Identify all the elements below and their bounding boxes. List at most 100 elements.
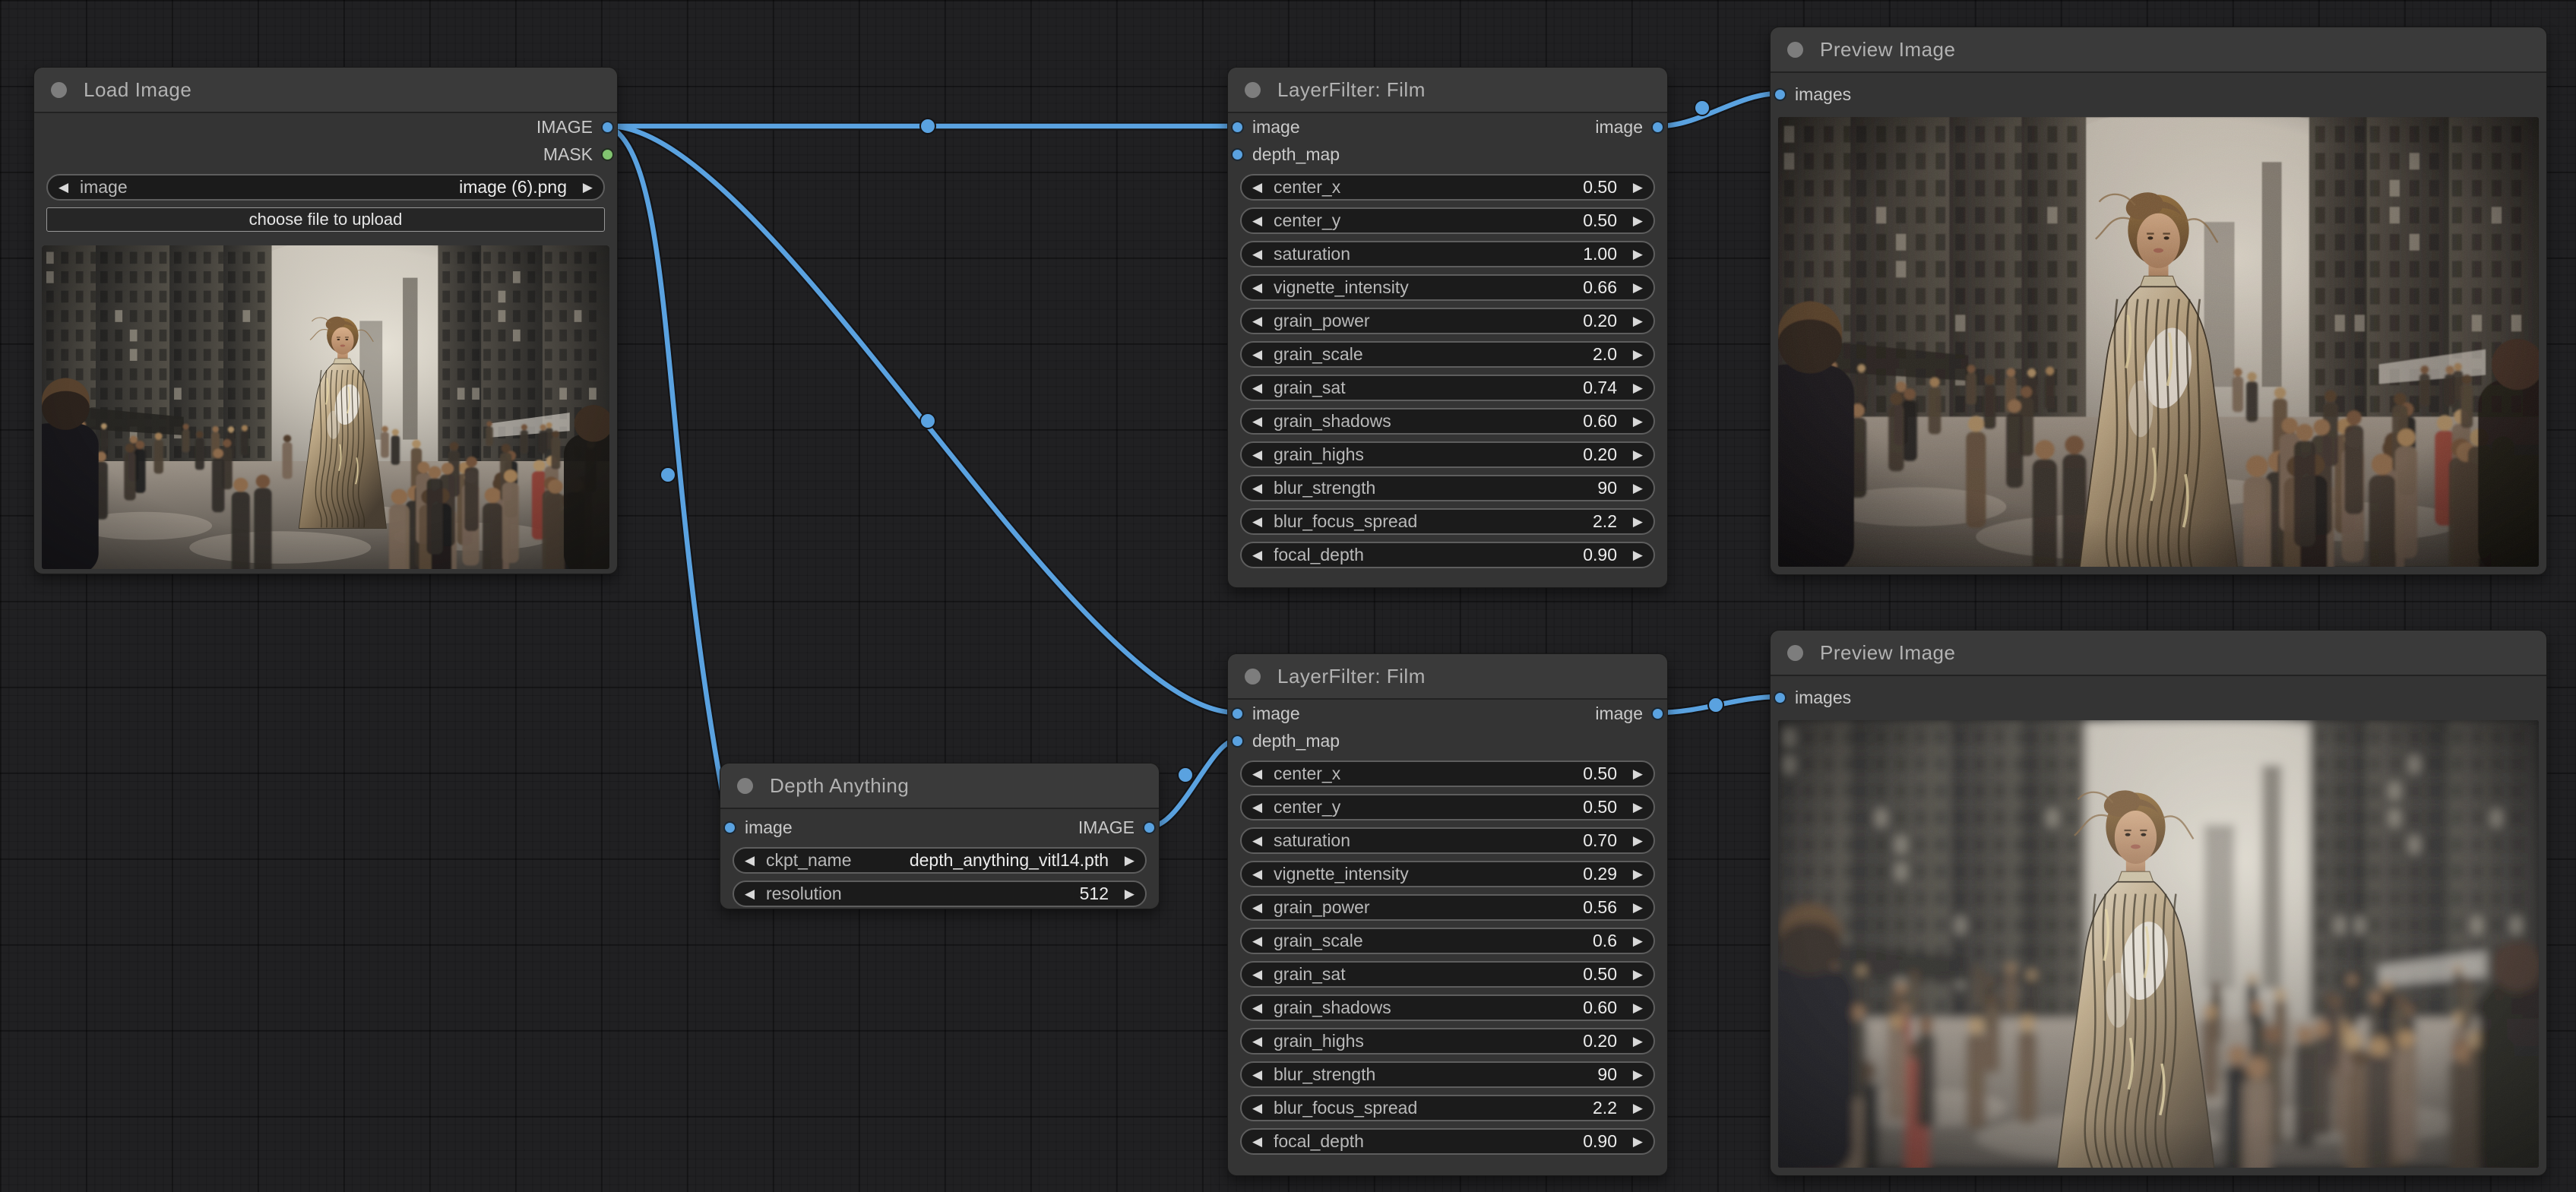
increment-arrow-icon[interactable]: ▶ xyxy=(1633,996,1643,1020)
decrement-arrow-icon[interactable]: ◀ xyxy=(745,849,755,872)
decrement-arrow-icon[interactable]: ◀ xyxy=(1252,829,1262,852)
decrement-arrow-icon[interactable]: ◀ xyxy=(1252,343,1262,366)
decrement-arrow-icon[interactable]: ◀ xyxy=(1252,209,1262,232)
increment-arrow-icon[interactable]: ▶ xyxy=(1125,849,1135,872)
preview-image-output[interactable] xyxy=(1778,720,2539,1168)
collapse-dot[interactable] xyxy=(737,778,753,794)
increment-arrow-icon[interactable]: ▶ xyxy=(1633,1029,1643,1053)
increment-arrow-icon[interactable]: ▶ xyxy=(1633,510,1643,533)
output-slot-image[interactable] xyxy=(1651,121,1664,134)
widget-blur_focus_spread[interactable]: ◀blur_focus_spread2.2▶ xyxy=(1240,508,1655,535)
widget-grain_highs[interactable]: ◀grain_highs0.20▶ xyxy=(1240,441,1655,468)
node-header[interactable]: Depth Anything xyxy=(720,764,1159,809)
widget-grain_sat[interactable]: ◀grain_sat0.74▶ xyxy=(1240,375,1655,401)
node-load-image[interactable]: Load Image IMAGEMASK◀imageimage (6).png▶… xyxy=(33,67,618,574)
increment-arrow-icon[interactable]: ▶ xyxy=(1633,1063,1643,1086)
increment-arrow-icon[interactable]: ▶ xyxy=(1633,443,1643,466)
choose-file-button[interactable]: choose file to upload xyxy=(46,207,605,232)
decrement-arrow-icon[interactable]: ◀ xyxy=(1252,996,1262,1020)
widget-center_x[interactable]: ◀center_x0.50▶ xyxy=(1240,174,1655,201)
widget-focal_depth[interactable]: ◀focal_depth0.90▶ xyxy=(1240,542,1655,568)
output-slot-IMAGE[interactable] xyxy=(601,121,614,134)
widget-ckpt_name[interactable]: ◀ckpt_namedepth_anything_vitl14.pth▶ xyxy=(733,847,1147,874)
preview-image-output[interactable] xyxy=(1778,117,2539,567)
decrement-arrow-icon[interactable]: ◀ xyxy=(1252,443,1262,466)
node-header[interactable]: LayerFilter: Film xyxy=(1228,654,1667,700)
increment-arrow-icon[interactable]: ▶ xyxy=(1633,175,1643,199)
decrement-arrow-icon[interactable]: ◀ xyxy=(1252,1096,1262,1120)
widget-saturation[interactable]: ◀saturation1.00▶ xyxy=(1240,241,1655,267)
increment-arrow-icon[interactable]: ▶ xyxy=(1633,543,1643,567)
widget-center_x[interactable]: ◀center_x0.50▶ xyxy=(1240,760,1655,787)
node-header[interactable]: Preview Image xyxy=(1771,27,2546,73)
input-slot-depth_map[interactable] xyxy=(1231,148,1244,161)
node-header[interactable]: Preview Image xyxy=(1771,631,2546,676)
collapse-dot[interactable] xyxy=(51,82,67,98)
collapse-dot[interactable] xyxy=(1787,645,1803,661)
increment-arrow-icon[interactable]: ▶ xyxy=(1633,963,1643,986)
decrement-arrow-icon[interactable]: ◀ xyxy=(1252,175,1262,199)
decrement-arrow-icon[interactable]: ◀ xyxy=(1252,1029,1262,1053)
widget-vignette_intensity[interactable]: ◀vignette_intensity0.29▶ xyxy=(1240,861,1655,887)
increment-arrow-icon[interactable]: ▶ xyxy=(1633,209,1643,232)
widget-grain_scale[interactable]: ◀grain_scale0.6▶ xyxy=(1240,928,1655,954)
decrement-arrow-icon[interactable]: ◀ xyxy=(1252,929,1262,953)
widget-grain_scale[interactable]: ◀grain_scale2.0▶ xyxy=(1240,341,1655,368)
widget-grain_power[interactable]: ◀grain_power0.20▶ xyxy=(1240,308,1655,334)
decrement-arrow-icon[interactable]: ◀ xyxy=(1252,242,1262,266)
widget-blur_strength[interactable]: ◀blur_strength90▶ xyxy=(1240,1061,1655,1088)
node-header[interactable]: LayerFilter: Film xyxy=(1228,68,1667,113)
decrement-arrow-icon[interactable]: ◀ xyxy=(1252,543,1262,567)
collapse-dot[interactable] xyxy=(1787,42,1803,58)
increment-arrow-icon[interactable]: ▶ xyxy=(1633,242,1643,266)
widget-grain_shadows[interactable]: ◀grain_shadows0.60▶ xyxy=(1240,408,1655,435)
decrement-arrow-icon[interactable]: ◀ xyxy=(1252,963,1262,986)
node-preview-image-top[interactable]: Preview Image images xyxy=(1770,27,2547,575)
decrement-arrow-icon[interactable]: ◀ xyxy=(1252,276,1262,299)
increment-arrow-icon[interactable]: ▶ xyxy=(1633,896,1643,919)
increment-arrow-icon[interactable]: ▶ xyxy=(1633,476,1643,500)
output-slot-IMAGE[interactable] xyxy=(1143,821,1156,834)
input-slot-image[interactable] xyxy=(1231,707,1244,720)
decrement-arrow-icon[interactable]: ◀ xyxy=(59,175,68,199)
decrement-arrow-icon[interactable]: ◀ xyxy=(745,882,755,906)
widget-saturation[interactable]: ◀saturation0.70▶ xyxy=(1240,827,1655,854)
widget-grain_power[interactable]: ◀grain_power0.56▶ xyxy=(1240,894,1655,921)
node-preview-image-bottom[interactable]: Preview Image images xyxy=(1770,630,2547,1176)
increment-arrow-icon[interactable]: ▶ xyxy=(583,175,593,199)
widget-blur_focus_spread[interactable]: ◀blur_focus_spread2.2▶ xyxy=(1240,1095,1655,1121)
increment-arrow-icon[interactable]: ▶ xyxy=(1125,882,1135,906)
increment-arrow-icon[interactable]: ▶ xyxy=(1633,862,1643,886)
decrement-arrow-icon[interactable]: ◀ xyxy=(1252,1063,1262,1086)
decrement-arrow-icon[interactable]: ◀ xyxy=(1252,409,1262,433)
increment-arrow-icon[interactable]: ▶ xyxy=(1633,276,1643,299)
increment-arrow-icon[interactable]: ▶ xyxy=(1633,1096,1643,1120)
node-layerfilter-film-top[interactable]: LayerFilter: Film imageimagedepth_map◀ce… xyxy=(1227,67,1668,588)
decrement-arrow-icon[interactable]: ◀ xyxy=(1252,376,1262,400)
decrement-arrow-icon[interactable]: ◀ xyxy=(1252,896,1262,919)
increment-arrow-icon[interactable]: ▶ xyxy=(1633,795,1643,819)
increment-arrow-icon[interactable]: ▶ xyxy=(1633,762,1643,786)
increment-arrow-icon[interactable]: ▶ xyxy=(1633,343,1643,366)
input-slot-images[interactable] xyxy=(1774,88,1786,101)
input-slot-depth_map[interactable] xyxy=(1231,735,1244,748)
increment-arrow-icon[interactable]: ▶ xyxy=(1633,409,1643,433)
collapse-dot[interactable] xyxy=(1245,669,1261,685)
decrement-arrow-icon[interactable]: ◀ xyxy=(1252,1130,1262,1153)
widget-center_y[interactable]: ◀center_y0.50▶ xyxy=(1240,794,1655,820)
increment-arrow-icon[interactable]: ▶ xyxy=(1633,929,1643,953)
collapse-dot[interactable] xyxy=(1245,82,1261,98)
output-slot-MASK[interactable] xyxy=(601,148,614,161)
widget-resolution[interactable]: ◀resolution512▶ xyxy=(733,881,1147,907)
node-layerfilter-film-bottom[interactable]: LayerFilter: Film imageimagedepth_map◀ce… xyxy=(1227,653,1668,1176)
increment-arrow-icon[interactable]: ▶ xyxy=(1633,376,1643,400)
decrement-arrow-icon[interactable]: ◀ xyxy=(1252,795,1262,819)
decrement-arrow-icon[interactable]: ◀ xyxy=(1252,309,1262,333)
node-graph-canvas[interactable]: { "colors": { "link": "#5aa2e0", "slot_i… xyxy=(0,0,2576,1192)
input-slot-image[interactable] xyxy=(723,821,736,834)
widget-grain_sat[interactable]: ◀grain_sat0.50▶ xyxy=(1240,961,1655,988)
decrement-arrow-icon[interactable]: ◀ xyxy=(1252,862,1262,886)
output-slot-image[interactable] xyxy=(1651,707,1664,720)
widget-grain_shadows[interactable]: ◀grain_shadows0.60▶ xyxy=(1240,994,1655,1021)
increment-arrow-icon[interactable]: ▶ xyxy=(1633,309,1643,333)
